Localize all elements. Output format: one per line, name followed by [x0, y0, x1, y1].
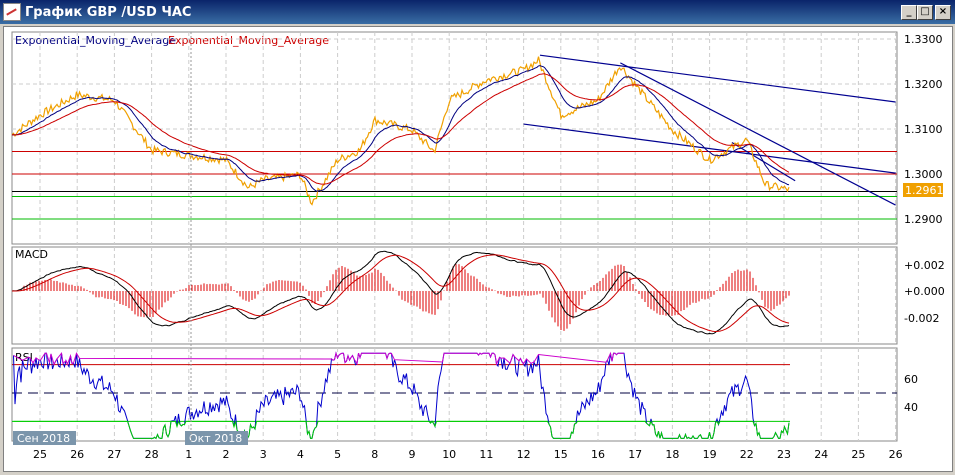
x-tick-label: 12 [517, 448, 531, 461]
x-tick-label: 18 [665, 448, 679, 461]
x-tick-label: 5 [334, 448, 341, 461]
x-tick-label: 25 [851, 448, 865, 461]
rsi-tick-label: 40 [904, 401, 918, 414]
panel-1 [11, 246, 898, 345]
x-tick-label: 10 [442, 448, 456, 461]
x-tick-label: 16 [591, 448, 605, 461]
x-tick-label: 8 [371, 448, 378, 461]
chart-canvas[interactable]: Exponential_Moving_Average Exponential_M… [0, 0, 955, 475]
x-tick-label: 2 [223, 448, 230, 461]
price-tick-label: 1.3300 [904, 33, 943, 46]
x-tick-label: 26 [889, 448, 903, 461]
legend-ema-slow: Exponential_Moving_Average [168, 34, 329, 47]
panel-0 [11, 31, 898, 245]
price-tick-label: 1.2900 [904, 213, 943, 226]
x-tick-label: 1 [185, 448, 192, 461]
x-tick-label: 26 [70, 448, 84, 461]
x-tick-label: 17 [628, 448, 642, 461]
month-label: Сен 2018 [17, 432, 70, 445]
month-label: Окт 2018 [189, 432, 242, 445]
price-tick-label: 1.3000 [904, 168, 943, 181]
x-tick-label: 3 [260, 448, 267, 461]
x-tick-label: 25 [33, 448, 47, 461]
macd-tick-label: -0.002 [904, 312, 939, 325]
panel-2 [11, 347, 898, 442]
x-tick-label: 4 [297, 448, 304, 461]
x-tick-label: 19 [703, 448, 717, 461]
x-tick-label: 27 [107, 448, 121, 461]
macd-label: MACD [15, 248, 48, 261]
x-tick-label: 11 [479, 448, 493, 461]
trend-line [539, 54, 896, 103]
x-tick-label: 22 [740, 448, 754, 461]
rsi-tick-label: 60 [904, 373, 918, 386]
x-tick-label: 24 [814, 448, 828, 461]
x-tick-label: 28 [145, 448, 159, 461]
price-tick-label: 1.3100 [904, 123, 943, 136]
x-tick-label: 9 [409, 448, 416, 461]
x-tick-label: 15 [554, 448, 568, 461]
macd-tick-label: +0.002 [904, 259, 945, 272]
x-tick-label: 23 [777, 448, 791, 461]
rsi-overbought-line [13, 351, 624, 366]
macd-tick-label: +0.000 [904, 285, 945, 298]
price-tick-label: 1.3200 [904, 78, 943, 91]
current-price-label: 1.2961 [905, 184, 944, 197]
